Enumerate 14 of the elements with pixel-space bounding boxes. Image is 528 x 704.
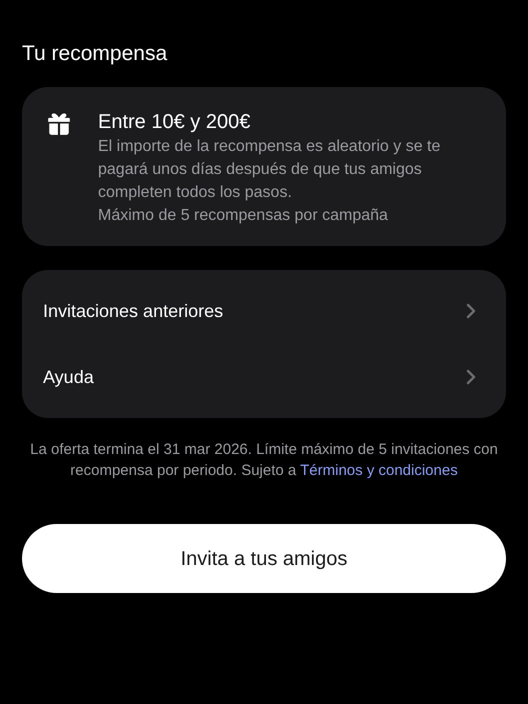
menu-item[interactable]: Ayuda: [22, 344, 506, 410]
gift-icon: [46, 111, 72, 137]
reward-range: Entre 10€ y 200€: [98, 110, 250, 135]
reward-description: El importe de la recompensa es aleatorio y se te pagará unos días después de que tus amigos completen todos los pasos.: [98, 137, 442, 203]
chevron-right-icon: [466, 303, 476, 319]
menu-item[interactable]: Invitaciones anteriores: [22, 278, 506, 344]
terms-link[interactable]: Términos y condiciones: [300, 462, 458, 479]
section-title: Tu recompensa: [22, 41, 168, 67]
invite-button[interactable]: Invita a tus amigos: [22, 524, 506, 593]
chevron-right-icon: [466, 369, 476, 385]
reward-limit: Máximo de 5 recompensas por campaña: [98, 206, 389, 226]
terms-note: La oferta termina el 31 mar 2026. Límite máximo de 5 invitaciones con recompensa por periodo. Sujeto a Términos y condiciones: [29, 440, 499, 481]
menu-item-label: Ayuda: [43, 366, 94, 389]
menu-item-label: Invitaciones anteriores: [43, 300, 224, 322]
